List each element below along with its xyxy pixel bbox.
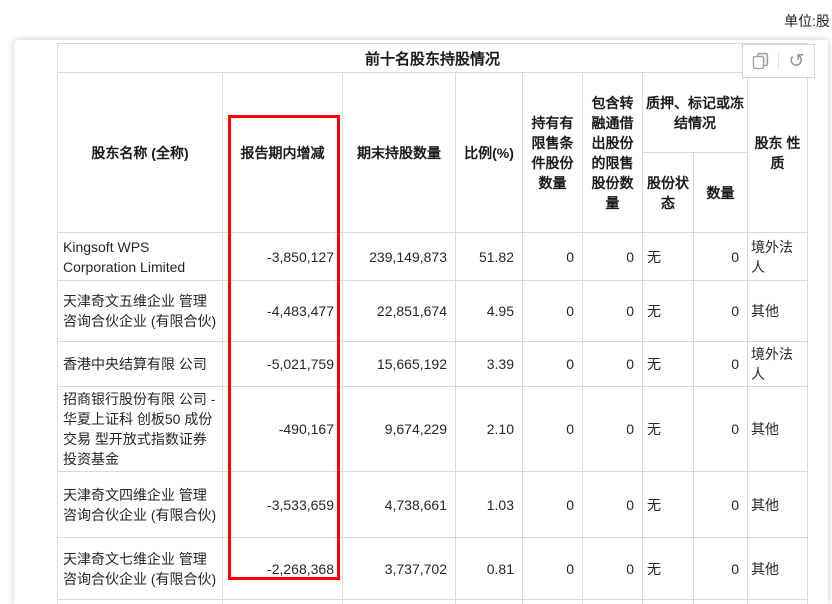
- cell-lending: 0: [583, 342, 643, 387]
- undo-arrow-icon: ↺: [789, 52, 805, 71]
- copy-icon: [752, 52, 769, 70]
- shareholders-table: 前十名股东持股情况 股东名称 (全称) 报告期内增减 期末持股数量 比例(%) …: [57, 43, 808, 604]
- cell-ratio: 51.82: [456, 233, 523, 281]
- cell-nature: 其他: [748, 387, 808, 472]
- cell-restricted: 0: [523, 387, 583, 472]
- col-header-share-status: 股份状态: [643, 153, 694, 233]
- cell-shareholder-name: 天津奇文七维企业 管理咨询合伙企业 (有限合伙): [58, 538, 223, 600]
- cell-end-shares: 3,737,702: [343, 538, 456, 600]
- cell-restricted: 0: [523, 472, 583, 538]
- cell-ratio: 1.03: [456, 472, 523, 538]
- cell-nature: 其他: [748, 538, 808, 600]
- cell-change: [223, 600, 343, 604]
- cell-end-shares: 4,738,661: [343, 472, 456, 538]
- cell-ratio: [456, 600, 523, 604]
- col-header-shareholder-name: 股东名称 (全称): [58, 73, 223, 233]
- cell-lending: [583, 600, 643, 604]
- cell-qty: 0: [694, 538, 748, 600]
- cell-lending: 0: [583, 281, 643, 342]
- cell-end-shares: 15,665,192: [343, 342, 456, 387]
- col-header-restricted-shares: 持有有限售条件股份数量: [523, 73, 583, 233]
- table-title: 前十名股东持股情况: [58, 44, 808, 73]
- table-title-row: 前十名股东持股情况: [58, 44, 808, 73]
- page: 单位:股 前十名股东持股情况 股东名称 (全称) 报告期内增减 期末持股数量 比…: [0, 0, 832, 604]
- cell-restricted: 0: [523, 342, 583, 387]
- cell-ratio: 4.95: [456, 281, 523, 342]
- cell-restricted: 0: [523, 281, 583, 342]
- cell-ratio: 2.10: [456, 387, 523, 472]
- col-header-lending-shares: 包含转融通借出股份的限售股份数量: [583, 73, 643, 233]
- col-header-period-end-shares: 期末持股数量: [343, 73, 456, 233]
- cell-end-shares: [343, 600, 456, 604]
- table-row: 中国工商银行股份 有限: [58, 600, 808, 604]
- cell-shareholder-name: 招商银行股份有限 公司 - 华夏上证科 创板50 成份交易 型开放式指数证券 投…: [58, 387, 223, 472]
- cell-restricted: 0: [523, 233, 583, 281]
- cell-qty: [694, 600, 748, 604]
- undo-button[interactable]: ↺: [779, 45, 814, 77]
- cell-shareholder-name: 天津奇文五维企业 管理咨询合伙企业 (有限合伙): [58, 281, 223, 342]
- table-row: 招商银行股份有限 公司 - 华夏上证科 创板50 成份交易 型开放式指数证券 投…: [58, 387, 808, 472]
- cell-restricted: 0: [523, 538, 583, 600]
- col-header-change-in-period: 报告期内增减: [223, 73, 343, 233]
- copy-button[interactable]: [743, 45, 778, 77]
- cell-nature: 其他: [748, 472, 808, 538]
- cell-qty: 0: [694, 342, 748, 387]
- cell-end-shares: 239,149,873: [343, 233, 456, 281]
- cell-change: -2,268,368: [223, 538, 343, 600]
- cell-shareholder-name: Kingsoft WPS Corporation Limited: [58, 233, 223, 281]
- cell-status: 无: [643, 281, 694, 342]
- col-header-ratio: 比例(%): [456, 73, 523, 233]
- cell-change: -3,533,659: [223, 472, 343, 538]
- col-header-shareholder-nature: 股东 性质: [748, 73, 808, 233]
- cell-ratio: 3.39: [456, 342, 523, 387]
- cell-change: -490,167: [223, 387, 343, 472]
- cell-status: 无: [643, 387, 694, 472]
- cell-status: 无: [643, 538, 694, 600]
- table-row: 天津奇文四维企业 管理咨询合伙企业 (有限合伙) -3,533,659 4,73…: [58, 472, 808, 538]
- cell-qty: 0: [694, 281, 748, 342]
- header-row-1: 股东名称 (全称) 报告期内增减 期末持股数量 比例(%) 持有有限售条件股份数…: [58, 73, 808, 153]
- cell-shareholder-name: 中国工商银行股份 有限: [58, 600, 223, 604]
- cell-change: -5,021,759: [223, 342, 343, 387]
- cell-nature: [748, 600, 808, 604]
- cell-status: 无: [643, 342, 694, 387]
- cell-status: 无: [643, 472, 694, 538]
- cell-ratio: 0.81: [456, 538, 523, 600]
- cell-nature: 境外法人: [748, 233, 808, 281]
- annotation-toolbar: ↺: [742, 44, 815, 78]
- cell-nature: 境外法人: [748, 342, 808, 387]
- cell-end-shares: 9,674,229: [343, 387, 456, 472]
- table-row: 天津奇文五维企业 管理咨询合伙企业 (有限合伙) -4,483,477 22,8…: [58, 281, 808, 342]
- cell-change: -3,850,127: [223, 233, 343, 281]
- table-row: 香港中央结算有限 公司 -5,021,759 15,665,192 3.39 0…: [58, 342, 808, 387]
- cell-lending: 0: [583, 472, 643, 538]
- cell-lending: 0: [583, 233, 643, 281]
- cell-qty: 0: [694, 387, 748, 472]
- cell-qty: 0: [694, 472, 748, 538]
- cell-restricted: [523, 600, 583, 604]
- unit-label: 单位:股: [784, 11, 830, 31]
- table-row: 天津奇文七维企业 管理咨询合伙企业 (有限合伙) -2,268,368 3,73…: [58, 538, 808, 600]
- cell-lending: 0: [583, 387, 643, 472]
- col-header-quantity: 数量: [694, 153, 748, 233]
- cell-status: [643, 600, 694, 604]
- cell-qty: 0: [694, 233, 748, 281]
- cell-status: 无: [643, 233, 694, 281]
- cell-shareholder-name: 天津奇文四维企业 管理咨询合伙企业 (有限合伙): [58, 472, 223, 538]
- cell-end-shares: 22,851,674: [343, 281, 456, 342]
- cell-shareholder-name: 香港中央结算有限 公司: [58, 342, 223, 387]
- cell-lending: 0: [583, 538, 643, 600]
- cell-change: -4,483,477: [223, 281, 343, 342]
- cell-nature: 其他: [748, 281, 808, 342]
- col-header-pledge-group: 质押、标记或冻结情况: [643, 73, 748, 153]
- table-row: Kingsoft WPS Corporation Limited -3,850,…: [58, 233, 808, 281]
